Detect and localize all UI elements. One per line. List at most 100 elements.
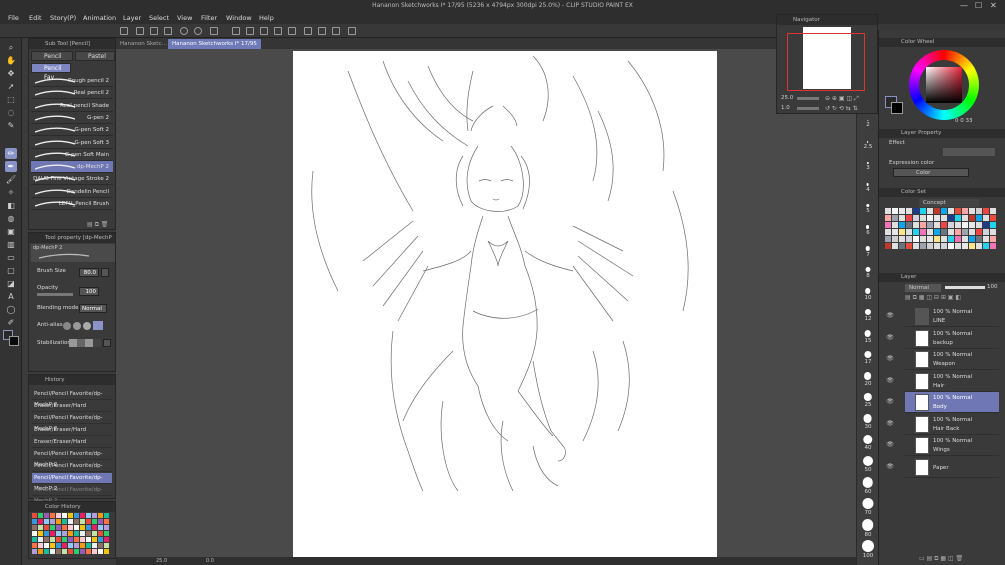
- menu-edit[interactable]: Edit: [29, 14, 42, 22]
- layer-opacity-slider[interactable]: [945, 286, 985, 289]
- color-history-swatch[interactable]: [68, 531, 73, 536]
- color-set-swatch[interactable]: [983, 208, 989, 214]
- color-history-swatch[interactable]: [62, 531, 67, 536]
- navigator-view-frame[interactable]: [787, 33, 865, 91]
- snap-icon[interactable]: [288, 27, 296, 35]
- stabilization-dropdown-icon[interactable]: [103, 339, 111, 347]
- antialias-options[interactable]: [63, 321, 107, 330]
- layer-footer-icons[interactable]: ▭ ▤ ⧉ ▦ ◫ 🗑: [919, 555, 963, 563]
- brush-tool-icon[interactable]: 🖌: [5, 174, 17, 185]
- color-history-swatch[interactable]: [56, 525, 61, 530]
- navigator-zoom-buttons[interactable]: ⊖ ⊕ ▣ ◫ ⤢: [825, 95, 859, 103]
- document-tab[interactable]: Hananon Sketc…: [116, 39, 171, 49]
- color-set-swatch[interactable]: [983, 243, 989, 249]
- color-set-swatch[interactable]: [941, 229, 947, 235]
- brush-size-dot[interactable]: [863, 414, 872, 423]
- brush-size-dot[interactable]: [866, 183, 869, 186]
- brush-size-dot[interactable]: [866, 120, 869, 122]
- eye-icon[interactable]: 👁: [885, 312, 895, 322]
- menu-story[interactable]: Story(P): [50, 14, 76, 22]
- expression-color-select[interactable]: Color: [893, 168, 969, 177]
- color-set-swatch[interactable]: [899, 215, 905, 221]
- color-history-swatch[interactable]: [44, 537, 49, 542]
- figure-tool-icon[interactable]: ▭: [5, 252, 17, 263]
- layer-row[interactable]: 100 % Normal Hair: [905, 371, 999, 392]
- color-history-swatch[interactable]: [62, 519, 67, 524]
- layer-row[interactable]: 100 % Normal backup: [905, 328, 999, 349]
- color-set-swatch[interactable]: [927, 208, 933, 214]
- eye-icon[interactable]: 👁: [885, 441, 895, 451]
- color-set-swatch[interactable]: [948, 236, 954, 242]
- color-history-swatch[interactable]: [44, 543, 49, 548]
- brush-size-label[interactable]: 3: [857, 165, 879, 171]
- color-set-swatch[interactable]: [885, 243, 891, 249]
- color-set-swatch[interactable]: [969, 222, 975, 228]
- color-history-swatch[interactable]: [98, 519, 103, 524]
- brush-size-label[interactable]: 5: [857, 208, 879, 214]
- brush-size-dot[interactable]: [863, 351, 872, 359]
- color-history-swatch[interactable]: [86, 531, 91, 536]
- color-history-swatch[interactable]: [98, 549, 103, 554]
- deselect-icon[interactable]: [260, 27, 268, 35]
- color-set-swatch[interactable]: [892, 243, 898, 249]
- ruler-snap-icon[interactable]: [304, 27, 312, 35]
- navigator-rotation[interactable]: 1.0: [781, 105, 790, 111]
- color-set-swatch[interactable]: [969, 215, 975, 221]
- history-item[interactable]: Eraser/Eraser/Hard: [32, 425, 112, 436]
- color-history-swatch[interactable]: [104, 543, 109, 548]
- color-history-swatch[interactable]: [38, 543, 43, 548]
- color-set-swatch[interactable]: [955, 222, 961, 228]
- status-zoom[interactable]: 25.0: [156, 558, 167, 564]
- color-history-swatch[interactable]: [56, 537, 61, 542]
- color-set-swatch[interactable]: [920, 236, 926, 242]
- color-wheel-sub-swatch[interactable]: [891, 102, 903, 114]
- color-set-swatch[interactable]: [976, 208, 982, 214]
- color-set-swatch[interactable]: [927, 236, 933, 242]
- menu-animation[interactable]: Animation: [83, 14, 116, 22]
- color-history-swatch[interactable]: [44, 519, 49, 524]
- brush-size-dot[interactable]: [864, 330, 871, 337]
- redo-icon[interactable]: [194, 27, 202, 35]
- color-set-swatch[interactable]: [927, 215, 933, 221]
- brush-size-label[interactable]: 80: [857, 532, 879, 538]
- color-history-swatch[interactable]: [74, 513, 79, 518]
- eye-icon[interactable]: 👁: [885, 420, 895, 430]
- color-set-swatch[interactable]: [962, 215, 968, 221]
- brush-size-label[interactable]: 7: [857, 252, 879, 258]
- navigator-rotation-slider[interactable]: [797, 107, 819, 110]
- color-set-swatch[interactable]: [885, 215, 891, 221]
- color-history-swatch[interactable]: [56, 519, 61, 524]
- layer-row[interactable]: 100 % Normal Wings: [905, 435, 999, 456]
- eye-icon[interactable]: 👁: [885, 355, 895, 365]
- tab-pencil-fav[interactable]: Pencil Fav: [31, 63, 71, 81]
- invert-selection-icon[interactable]: [274, 27, 282, 35]
- color-history-swatch[interactable]: [98, 537, 103, 542]
- color-set-swatch[interactable]: [962, 229, 968, 235]
- color-history-swatch[interactable]: [98, 531, 103, 536]
- color-set-swatch[interactable]: [955, 215, 961, 221]
- blending-mode-select[interactable]: Normal: [79, 304, 107, 313]
- sub-color-swatch[interactable]: [9, 336, 19, 346]
- color-set-swatch[interactable]: [962, 243, 968, 249]
- menu-view[interactable]: View: [177, 14, 192, 22]
- color-set-swatch[interactable]: [913, 236, 919, 242]
- color-history-swatch[interactable]: [92, 525, 97, 530]
- brush-size-label[interactable]: 30: [857, 424, 879, 430]
- color-set-swatch[interactable]: [990, 215, 996, 221]
- eye-icon[interactable]: 👁: [885, 377, 895, 387]
- ruler-tool-icon[interactable]: ◪: [5, 278, 17, 289]
- color-set-swatch[interactable]: [906, 229, 912, 235]
- color-set-swatch[interactable]: [920, 215, 926, 221]
- color-set-swatch[interactable]: [885, 222, 891, 228]
- layer-row[interactable]: 100 % Normal LINE: [905, 306, 999, 327]
- brush-size-dot[interactable]: [861, 498, 874, 510]
- brush-size-dot[interactable]: [865, 204, 870, 208]
- color-history-swatch[interactable]: [56, 513, 61, 518]
- balloon-tool-icon[interactable]: ◯: [5, 304, 17, 315]
- navigator-rotate-buttons[interactable]: ↺ ↻ ⟲ ⇆ ⇅: [825, 105, 858, 112]
- brush-size-label[interactable]: 15: [857, 338, 879, 344]
- blend-tool-icon[interactable]: ◍: [5, 213, 17, 224]
- hand-tool-icon[interactable]: ✋: [5, 55, 17, 66]
- layer-opacity-value[interactable]: 100: [987, 284, 998, 290]
- color-history-swatch[interactable]: [92, 537, 97, 542]
